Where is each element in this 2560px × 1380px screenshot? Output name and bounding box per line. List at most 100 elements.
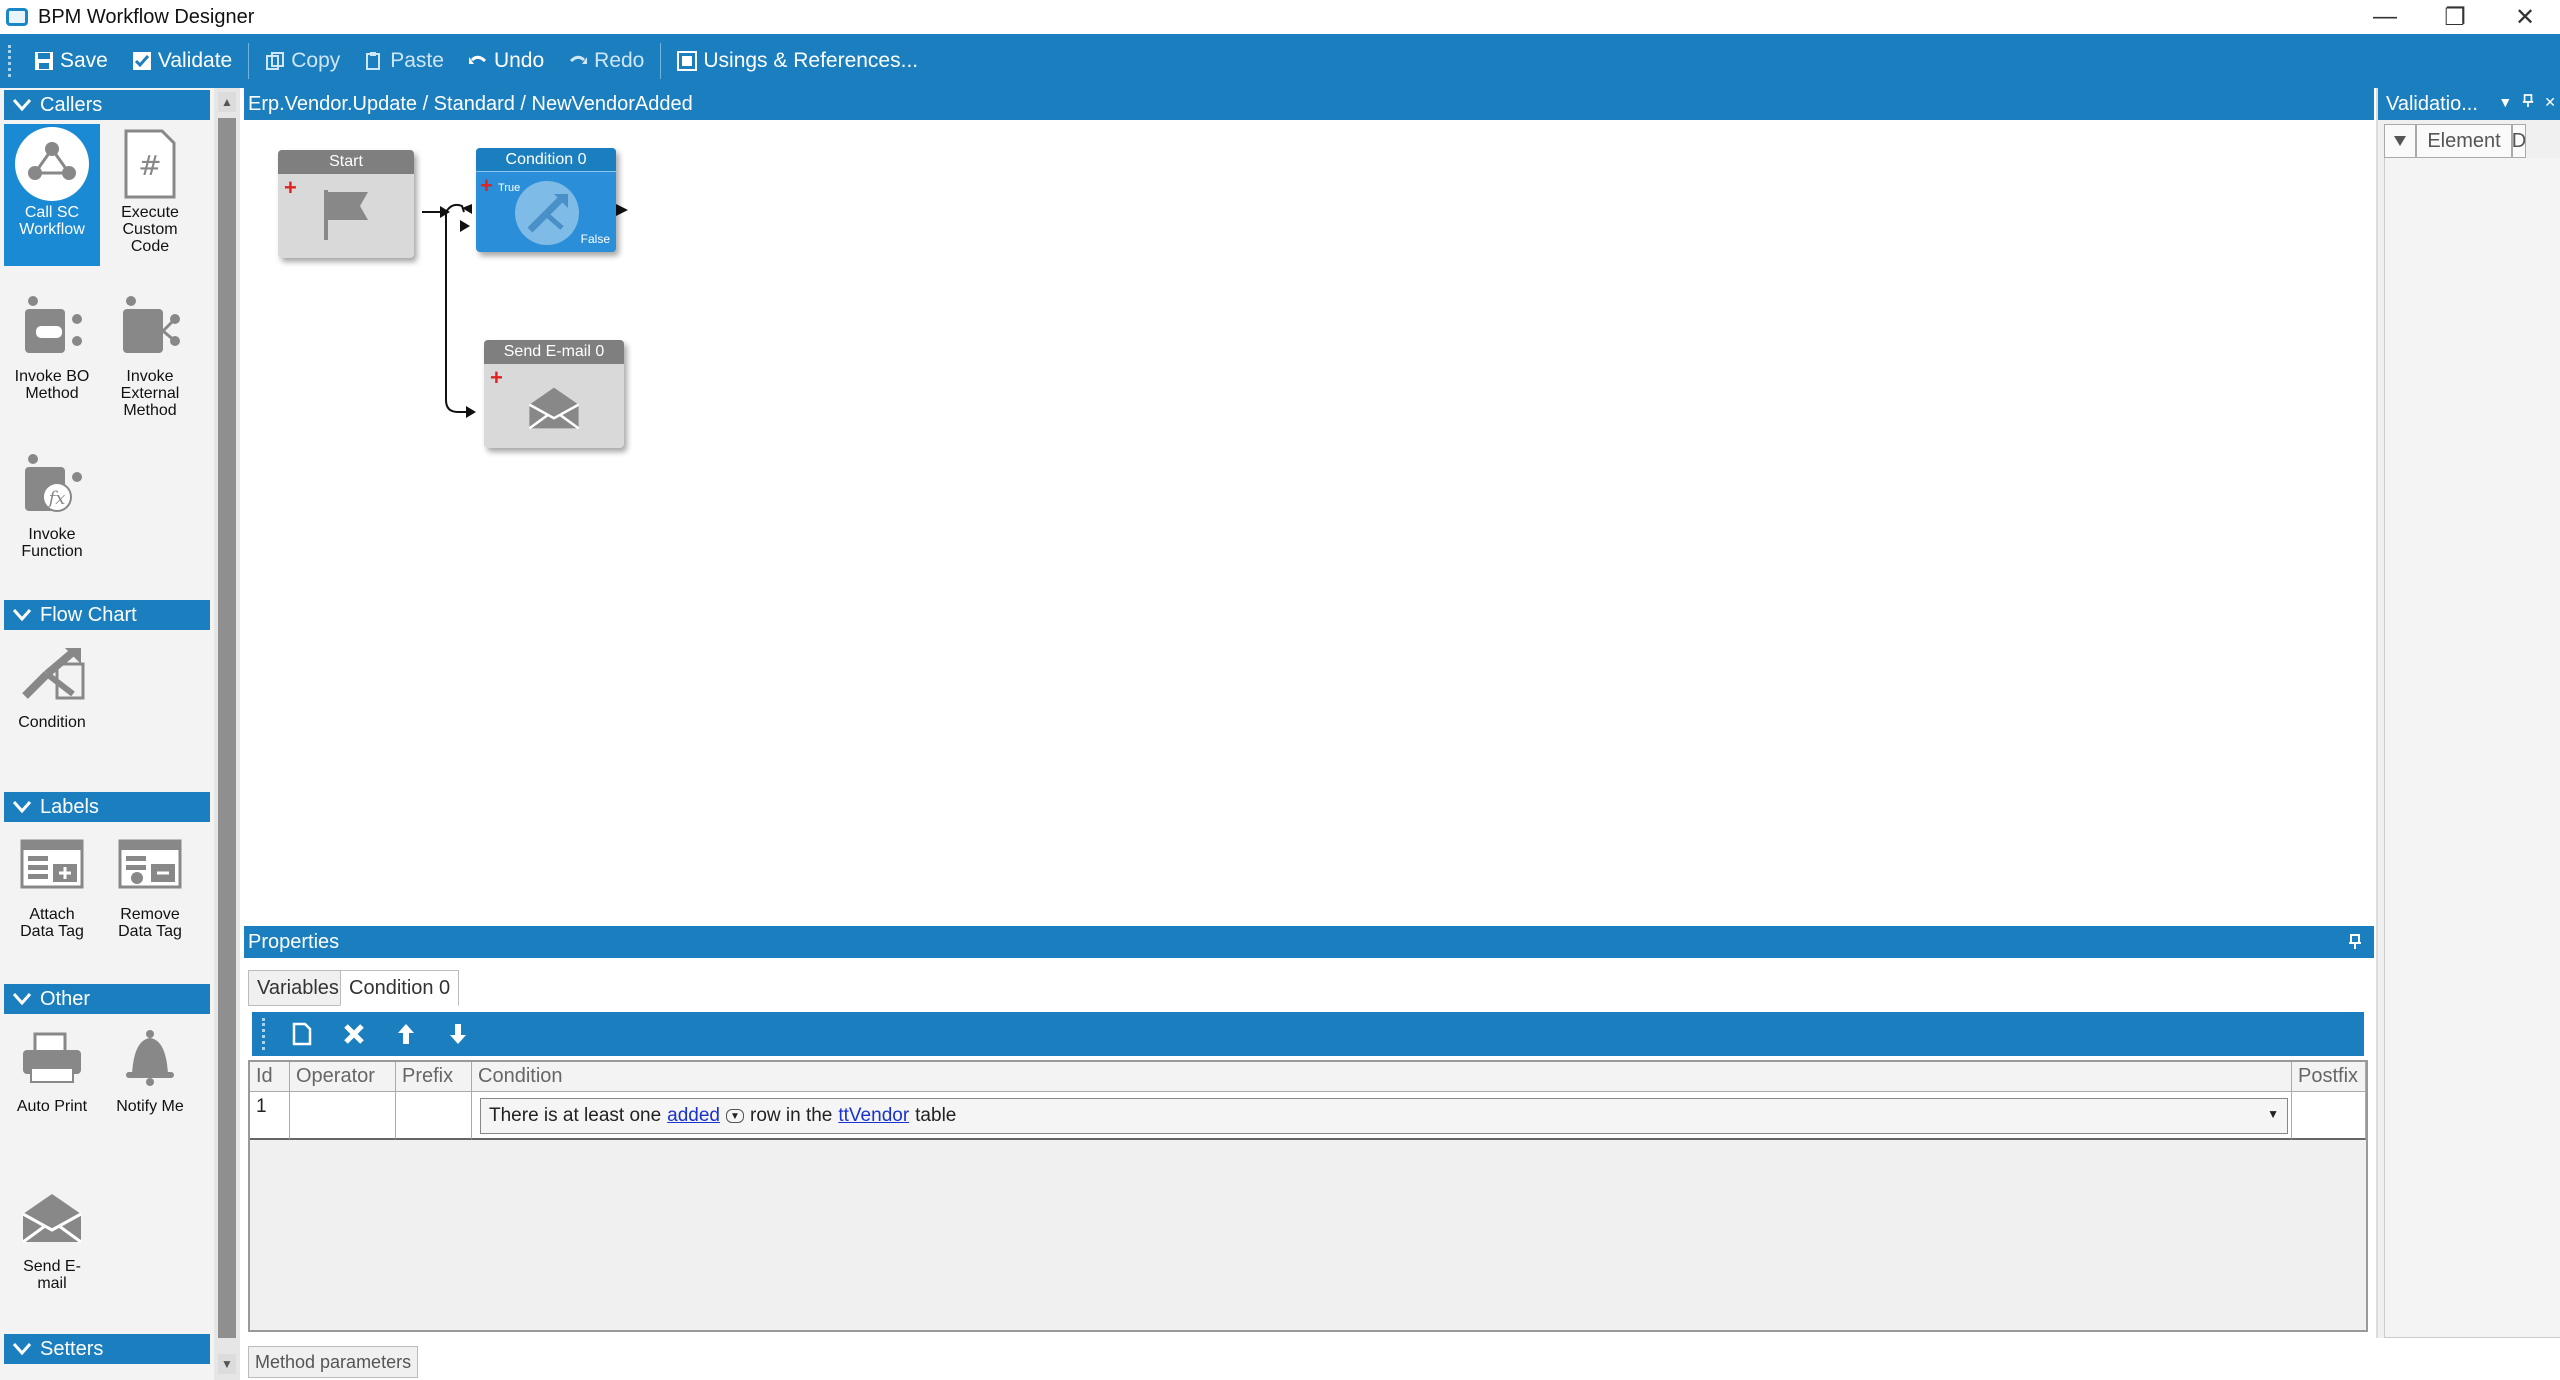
tool-label: Custom <box>122 221 178 238</box>
save-button[interactable]: Save <box>22 41 120 81</box>
tool-label: Condition <box>18 714 86 731</box>
workflow-canvas[interactable]: Erp.Vendor.Update / Standard / NewVendor… <box>244 88 2374 926</box>
chevron-down-icon <box>12 99 32 112</box>
close-icon[interactable]: ✕ <box>2490 0 2560 34</box>
tool-condition[interactable]: Condition <box>4 634 100 744</box>
redo-label: Redo <box>594 49 645 72</box>
add-icon[interactable]: + <box>490 367 503 389</box>
move-up-button[interactable] <box>380 1014 432 1054</box>
cell-prefix[interactable] <box>396 1092 472 1140</box>
app-icon <box>6 8 28 26</box>
tool-label: Function <box>21 543 83 560</box>
toolbox-group-other[interactable]: Other <box>4 984 210 1014</box>
bell-icon <box>102 1018 198 1098</box>
tab-variables[interactable]: Variables <box>248 970 348 1006</box>
scrollbar-thumb[interactable] <box>218 118 236 1338</box>
tool-label: Auto Print <box>16 1098 88 1115</box>
filter-icon[interactable] <box>2384 124 2416 158</box>
group-label: Setters <box>40 1337 104 1360</box>
scroll-down-icon[interactable]: ▼ <box>218 1354 236 1374</box>
toolbox-group-callers[interactable]: Callers <box>4 90 210 120</box>
redo-button[interactable]: Redo <box>556 41 656 81</box>
column-header-prefix[interactable]: Prefix <box>396 1062 472 1092</box>
cell-postfix[interactable] <box>2292 1092 2366 1140</box>
chevron-down-icon <box>12 801 32 814</box>
tool-attach-data-tag[interactable]: Attach Data Tag <box>4 826 100 946</box>
tool-label: Invoke BO <box>14 368 90 385</box>
dropdown-arrow-icon[interactable]: ▼ <box>2267 1107 2279 1121</box>
chevron-down-icon[interactable]: ▼ <box>726 1109 744 1123</box>
tool-label: External <box>120 385 180 402</box>
undo-button[interactable]: Undo <box>456 41 556 81</box>
tool-label: Workflow <box>19 221 85 238</box>
toolbox-group-flow-chart[interactable]: Flow Chart <box>4 600 210 630</box>
scroll-up-icon[interactable]: ▲ <box>218 92 236 112</box>
tool-label: Invoke <box>126 368 174 385</box>
condition-editor[interactable]: There is at least one added ▼ row in the… <box>480 1098 2288 1134</box>
column-header-operator[interactable]: Operator <box>290 1062 396 1092</box>
move-down-button[interactable] <box>432 1014 484 1054</box>
add-icon[interactable]: + <box>284 177 297 199</box>
tool-label: Call SC <box>24 204 80 221</box>
paste-button[interactable]: Paste <box>352 41 456 81</box>
arrow-up-icon <box>398 1024 414 1044</box>
toolbar-grip[interactable] <box>8 45 12 77</box>
delete-row-button[interactable] <box>328 1014 380 1054</box>
paste-label: Paste <box>390 49 444 72</box>
validate-button[interactable]: Validate <box>120 41 244 81</box>
tool-invoke-external-method[interactable]: Invoke External Method <box>102 288 198 428</box>
pin-icon[interactable] <box>2348 934 2362 950</box>
window-controls: — ❐ ✕ <box>2350 0 2560 34</box>
tool-execute-custom-code[interactable]: # Execute Custom Code <box>102 124 198 266</box>
restore-icon[interactable]: ❐ <box>2420 0 2490 34</box>
close-icon[interactable]: ✕ <box>2544 94 2556 111</box>
undo-icon <box>468 51 488 71</box>
tool-invoke-function[interactable]: fx Invoke Function <box>4 446 100 568</box>
delete-icon <box>344 1024 364 1044</box>
new-row-button[interactable] <box>276 1014 328 1054</box>
column-header-id[interactable]: Id <box>250 1062 290 1092</box>
validate-label: Validate <box>157 49 233 72</box>
cell-id[interactable]: 1 <box>250 1092 290 1140</box>
validation-list <box>2384 158 2560 1338</box>
hash-document-icon: # <box>102 124 198 204</box>
tab-condition-0[interactable]: Condition 0 <box>340 970 460 1006</box>
pin-icon[interactable] <box>2522 94 2534 108</box>
tool-send-email[interactable]: Send E- mail <box>4 1178 100 1300</box>
save-label: Save <box>60 49 108 72</box>
start-node[interactable]: Start + <box>278 150 414 258</box>
column-header-postfix[interactable]: Postfix <box>2292 1062 2366 1092</box>
tab-method-parameters[interactable]: Method parameters <box>248 1346 419 1378</box>
toolbox-group-setters[interactable]: Setters <box>4 1334 210 1364</box>
tool-invoke-bo-method[interactable]: Invoke BO Method <box>4 288 100 428</box>
copy-button[interactable]: Copy <box>253 41 352 81</box>
condition-grid: Id Operator Prefix Condition Postfix 1 T… <box>248 1060 2368 1332</box>
tool-auto-print[interactable]: Auto Print <box>4 1018 100 1128</box>
dropdown-arrow-icon[interactable]: ▼ <box>2498 94 2512 111</box>
add-icon[interactable]: + <box>480 175 493 197</box>
condition-text: row in the <box>750 1105 833 1126</box>
condition-node[interactable]: Condition 0 + True False <box>476 148 616 252</box>
minimize-icon[interactable]: — <box>2350 0 2420 34</box>
added-link[interactable]: added <box>667 1105 720 1127</box>
column-header-condition[interactable]: Condition <box>472 1062 2292 1092</box>
tool-label: Method <box>123 402 177 419</box>
send-email-node[interactable]: Send E-mail 0 + <box>484 340 624 448</box>
column-header-element[interactable]: Element <box>2416 124 2512 158</box>
chevron-down-icon <box>12 993 32 1006</box>
cell-operator[interactable] <box>290 1092 396 1140</box>
properties-panel: Properties Variables Condition 0 Id Oper… <box>244 926 2374 1344</box>
toolbar-grip[interactable] <box>262 1018 266 1050</box>
tool-notify-me[interactable]: Notify Me <box>102 1018 198 1128</box>
validation-header: Validatio... ▼ ✕ <box>2378 88 2560 120</box>
tool-label: Execute <box>121 204 179 221</box>
tool-remove-data-tag[interactable]: Remove Data Tag <box>102 826 198 946</box>
tool-call-sc-workflow[interactable]: Call SC Workflow <box>4 124 100 266</box>
group-label: Callers <box>40 93 103 116</box>
toolbox-group-labels[interactable]: Labels <box>4 792 210 822</box>
ttvendor-link[interactable]: ttVendor <box>838 1105 909 1127</box>
false-branch-label: False <box>580 232 610 246</box>
toolbox-scrollbar[interactable]: ▲ ▼ <box>214 88 240 1380</box>
usings-references-button[interactable]: Usings & References... <box>665 41 930 81</box>
column-header-description[interactable]: D <box>2512 124 2526 158</box>
